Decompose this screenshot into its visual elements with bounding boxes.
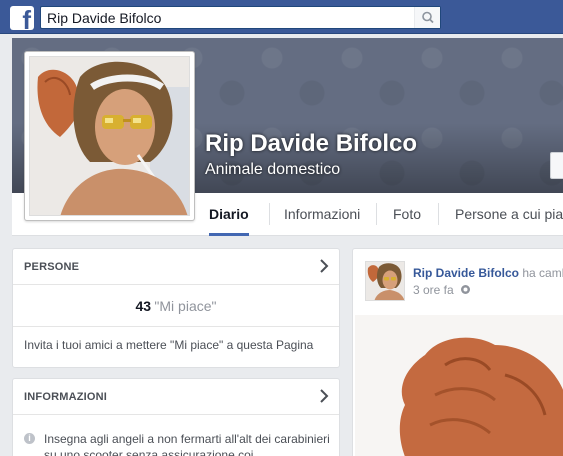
post-timestamp[interactable]: 3 ore fa xyxy=(413,283,454,297)
likes-row: 43 "Mi piace" xyxy=(13,285,339,327)
people-card: PERSONE 43 "Mi piace" Invita i tuoi amic… xyxy=(12,248,340,368)
cover-action-button[interactable] xyxy=(550,152,563,179)
tab-divider xyxy=(269,203,270,225)
search-button[interactable] xyxy=(414,7,440,28)
info-description-text: Insegna agli angeli a non fermarti all'a… xyxy=(44,432,330,456)
chevron-right-icon[interactable] xyxy=(319,389,329,403)
post-meta: 3 ore fa xyxy=(413,283,471,297)
tab-divider xyxy=(376,203,377,225)
top-navigation-bar: f xyxy=(0,0,563,34)
facebook-logo-icon[interactable]: f xyxy=(10,6,34,30)
tab-foto[interactable]: Foto xyxy=(393,193,421,236)
info-circle-icon: i xyxy=(24,433,35,444)
timeline-post: Rip Davide Bifolco ha cambiato 3 ore fa xyxy=(352,248,563,456)
tab-divider xyxy=(438,203,439,225)
chevron-right-icon[interactable] xyxy=(319,259,329,273)
info-card-title: INFORMAZIONI xyxy=(24,391,108,403)
profile-picture[interactable] xyxy=(24,51,195,221)
page-name[interactable]: Rip Davide Bifolco xyxy=(205,130,417,158)
tab-informazioni[interactable]: Informazioni xyxy=(284,193,360,236)
profile-photo xyxy=(29,56,190,216)
search-input[interactable] xyxy=(41,7,411,28)
magnifier-icon xyxy=(422,11,434,24)
people-card-header[interactable]: PERSONE xyxy=(13,249,339,285)
globe-icon[interactable] xyxy=(460,284,471,295)
post-author-name[interactable]: Rip Davide Bifolco xyxy=(413,266,519,280)
info-card-header[interactable]: INFORMAZIONI xyxy=(13,379,339,415)
post-action: ha cambiato xyxy=(522,266,563,280)
search-box xyxy=(40,6,441,29)
post-photo[interactable] xyxy=(355,315,563,456)
tab-diario[interactable]: Diario xyxy=(209,193,249,236)
info-card: INFORMAZIONI i Insegna agli angeli a non… xyxy=(12,378,340,456)
info-description: i Insegna agli angeli a non fermarti all… xyxy=(24,431,334,456)
tab-persone[interactable]: Persone a cui piace xyxy=(455,193,563,236)
invite-friends-link[interactable]: Invita i tuoi amici a mettere "Mi piace"… xyxy=(13,327,339,363)
people-card-title: PERSONE xyxy=(24,261,80,273)
post-author-line: Rip Davide Bifolco ha cambiato xyxy=(413,266,563,280)
page-category: Animale domestico xyxy=(205,161,341,178)
post-author-avatar[interactable] xyxy=(365,261,405,301)
likes-count: 43 xyxy=(135,298,152,314)
likes-label: "Mi piace" xyxy=(154,298,217,314)
